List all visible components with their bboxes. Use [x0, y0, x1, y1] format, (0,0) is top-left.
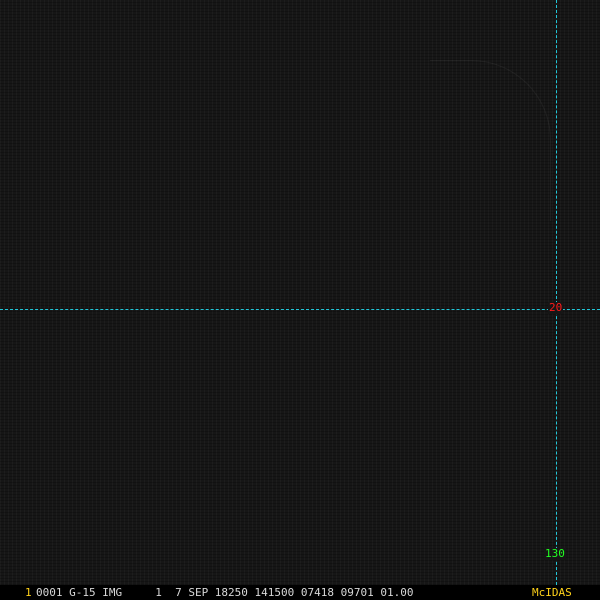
latitude-label: 20 — [548, 301, 564, 314]
frame-number: 1 — [25, 586, 32, 599]
longitude-grid-line — [556, 0, 557, 585]
satellite-image — [0, 0, 600, 585]
mcidas-frame: 20 130 1 0001 G-15 IMG 1 7 SEP 18250 141… — [0, 0, 600, 600]
image-info: 0001 G-15 IMG 1 7 SEP 18250 141500 07418… — [36, 586, 414, 599]
latitude-grid-line — [0, 309, 600, 310]
app-name: McIDAS — [532, 586, 572, 599]
cloud-feature — [430, 60, 551, 221]
status-bar: 1 0001 G-15 IMG 1 7 SEP 18250 141500 074… — [0, 585, 600, 600]
longitude-label: 130 — [544, 547, 566, 560]
